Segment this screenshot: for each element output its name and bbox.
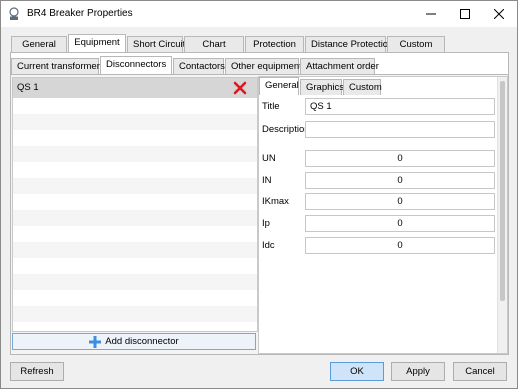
list-item — [13, 258, 257, 274]
disconnector-list: QS 1 — [12, 77, 258, 332]
dialog-content: General Equipment Short Circuit Chart Pr… — [1, 27, 517, 388]
list-item — [13, 146, 257, 162]
tab-protection[interactable]: Protection — [245, 36, 304, 52]
ip-field[interactable]: 0 — [305, 215, 495, 232]
list-item — [13, 194, 257, 210]
tab-details-custom[interactable]: Custom — [343, 79, 382, 95]
idc-label: Idc — [262, 240, 275, 251]
list-item — [13, 274, 257, 290]
list-item-selected[interactable]: QS 1 — [13, 78, 257, 98]
idc-field[interactable]: 0 — [305, 237, 495, 254]
tab-general[interactable]: General — [11, 36, 67, 52]
title-bar: BR4 Breaker Properties — [1, 1, 517, 27]
breaker-properties-window: BR4 Breaker Properties General Equipment… — [0, 0, 518, 389]
ikmax-label: IKmax — [262, 196, 289, 207]
in-label: IN — [262, 175, 272, 186]
list-item — [13, 210, 257, 226]
details-scrollbar[interactable] — [497, 77, 507, 353]
close-icon — [494, 9, 504, 19]
plus-icon — [89, 335, 102, 348]
tab-custom[interactable]: Custom — [387, 36, 445, 52]
ok-button[interactable]: OK — [330, 362, 384, 381]
window-title: BR4 Breaker Properties — [27, 8, 133, 19]
tab-contactors[interactable]: Contactors — [173, 58, 225, 74]
in-field[interactable]: 0 — [305, 172, 495, 189]
main-tab-strip: General Equipment Short Circuit Chart Pr… — [11, 34, 446, 52]
tab-disconnectors[interactable]: Disconnectors — [100, 56, 172, 74]
list-item — [13, 290, 257, 306]
un-field[interactable]: 0 — [305, 150, 495, 167]
tab-other-equipment[interactable]: Other equipment — [225, 58, 302, 74]
tab-chart[interactable]: Chart — [184, 36, 244, 52]
list-item — [13, 306, 257, 322]
un-label: UN — [262, 153, 276, 164]
list-item — [13, 242, 257, 258]
tab-current-transformers[interactable]: Current transformers — [11, 58, 105, 74]
tab-attachment-order[interactable]: Attachment order — [300, 58, 379, 74]
tab-distance-protection[interactable]: Distance Protection — [305, 36, 393, 52]
maximize-button[interactable] — [448, 1, 482, 27]
maximize-icon — [460, 9, 470, 19]
description-field[interactable] — [305, 121, 495, 138]
app-logo-icon — [9, 7, 19, 20]
list-item — [13, 226, 257, 242]
scroll-thumb[interactable] — [500, 81, 505, 301]
list-item — [13, 98, 257, 114]
details-tab-strip: General Graphics Custom — [259, 77, 382, 95]
refresh-button[interactable]: Refresh — [10, 362, 64, 381]
tab-equipment[interactable]: Equipment — [68, 34, 126, 52]
add-disconnector-button[interactable]: Add disconnector — [12, 333, 256, 350]
title-label: Title — [262, 101, 280, 112]
tab-details-general[interactable]: General — [259, 77, 299, 95]
apply-button[interactable]: Apply — [391, 362, 445, 381]
list-item — [13, 130, 257, 146]
details-form: Title QS 1 Description UN 0 IN 0 IKmax 0… — [258, 95, 496, 351]
list-item — [13, 322, 257, 331]
cancel-button[interactable]: Cancel — [453, 362, 507, 381]
ip-label: Ip — [262, 218, 270, 229]
tab-short-circuit[interactable]: Short Circuit — [127, 36, 185, 52]
list-item-label: QS 1 — [17, 82, 39, 93]
title-field[interactable]: QS 1 — [305, 98, 495, 115]
minimize-icon — [426, 13, 436, 15]
list-item — [13, 114, 257, 130]
add-disconnector-label: Add disconnector — [105, 336, 179, 347]
list-item — [13, 162, 257, 178]
equipment-tab-strip: Current transformers Disconnectors Conta… — [11, 56, 379, 74]
minimize-button[interactable] — [414, 1, 448, 27]
description-label: Description — [262, 124, 310, 135]
delete-icon[interactable] — [233, 81, 247, 95]
close-window-button[interactable] — [482, 1, 516, 27]
ikmax-field[interactable]: 0 — [305, 193, 495, 210]
list-item — [13, 178, 257, 194]
tab-details-graphics[interactable]: Graphics — [300, 79, 344, 95]
